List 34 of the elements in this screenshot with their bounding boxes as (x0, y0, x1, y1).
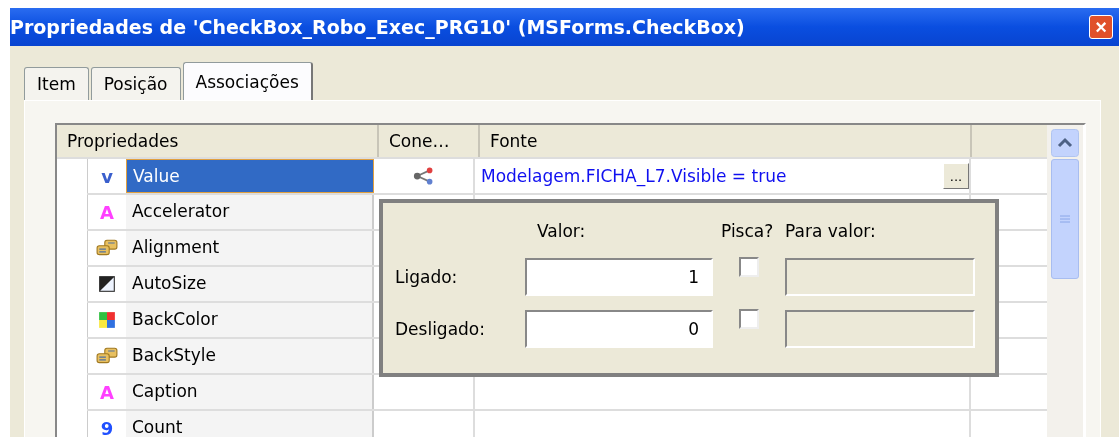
number-icon: 9 (100, 417, 114, 437)
scroll-up-button[interactable] (1051, 129, 1079, 157)
column-header[interactable]: Fonte (480, 125, 972, 157)
field-label: Desligado: (395, 319, 486, 339)
chevron-icon: v (101, 165, 113, 187)
close-button[interactable]: × (1089, 15, 1113, 39)
property-name[interactable]: BackColor (126, 303, 374, 337)
browse-button[interactable]: ... (943, 163, 969, 189)
column-header[interactable]: Cone… (379, 125, 480, 157)
window-title: Propriedades de 'CheckBox_Robo_Exec_PRG10' (MSForms.CheckBox) (10, 16, 745, 38)
property-name[interactable]: Count (126, 411, 374, 437)
property-name[interactable]: Alignment (126, 231, 374, 265)
source-expression: Modelagem.FICHA_L7.Visible = true (481, 166, 787, 186)
palette-icon (96, 311, 118, 329)
list-icon (96, 347, 118, 365)
field-label: Ligado: (395, 267, 459, 287)
tab[interactable]: Item (24, 67, 89, 100)
letter-icon: A (100, 381, 114, 403)
property-name[interactable]: AutoSize (126, 267, 374, 301)
column-label: Para valor: (785, 221, 877, 241)
toggle-icon (96, 275, 118, 293)
column-header[interactable]: Propriedades (57, 125, 379, 157)
property-name[interactable]: BackStyle (126, 339, 374, 373)
property-name[interactable]: Caption (126, 375, 374, 409)
list-icon (96, 239, 118, 257)
tab[interactable]: Associações (182, 62, 313, 100)
property-name[interactable]: Accelerator (126, 195, 374, 229)
scrollbar[interactable] (1047, 125, 1083, 437)
tab[interactable]: Posição (90, 67, 181, 100)
column-label: Valor: (536, 221, 587, 241)
column-label: Pisca? (721, 221, 775, 241)
letter-icon: A (100, 201, 114, 223)
property-name[interactable]: Value (126, 159, 374, 193)
scroll-thumb[interactable] (1051, 159, 1079, 279)
